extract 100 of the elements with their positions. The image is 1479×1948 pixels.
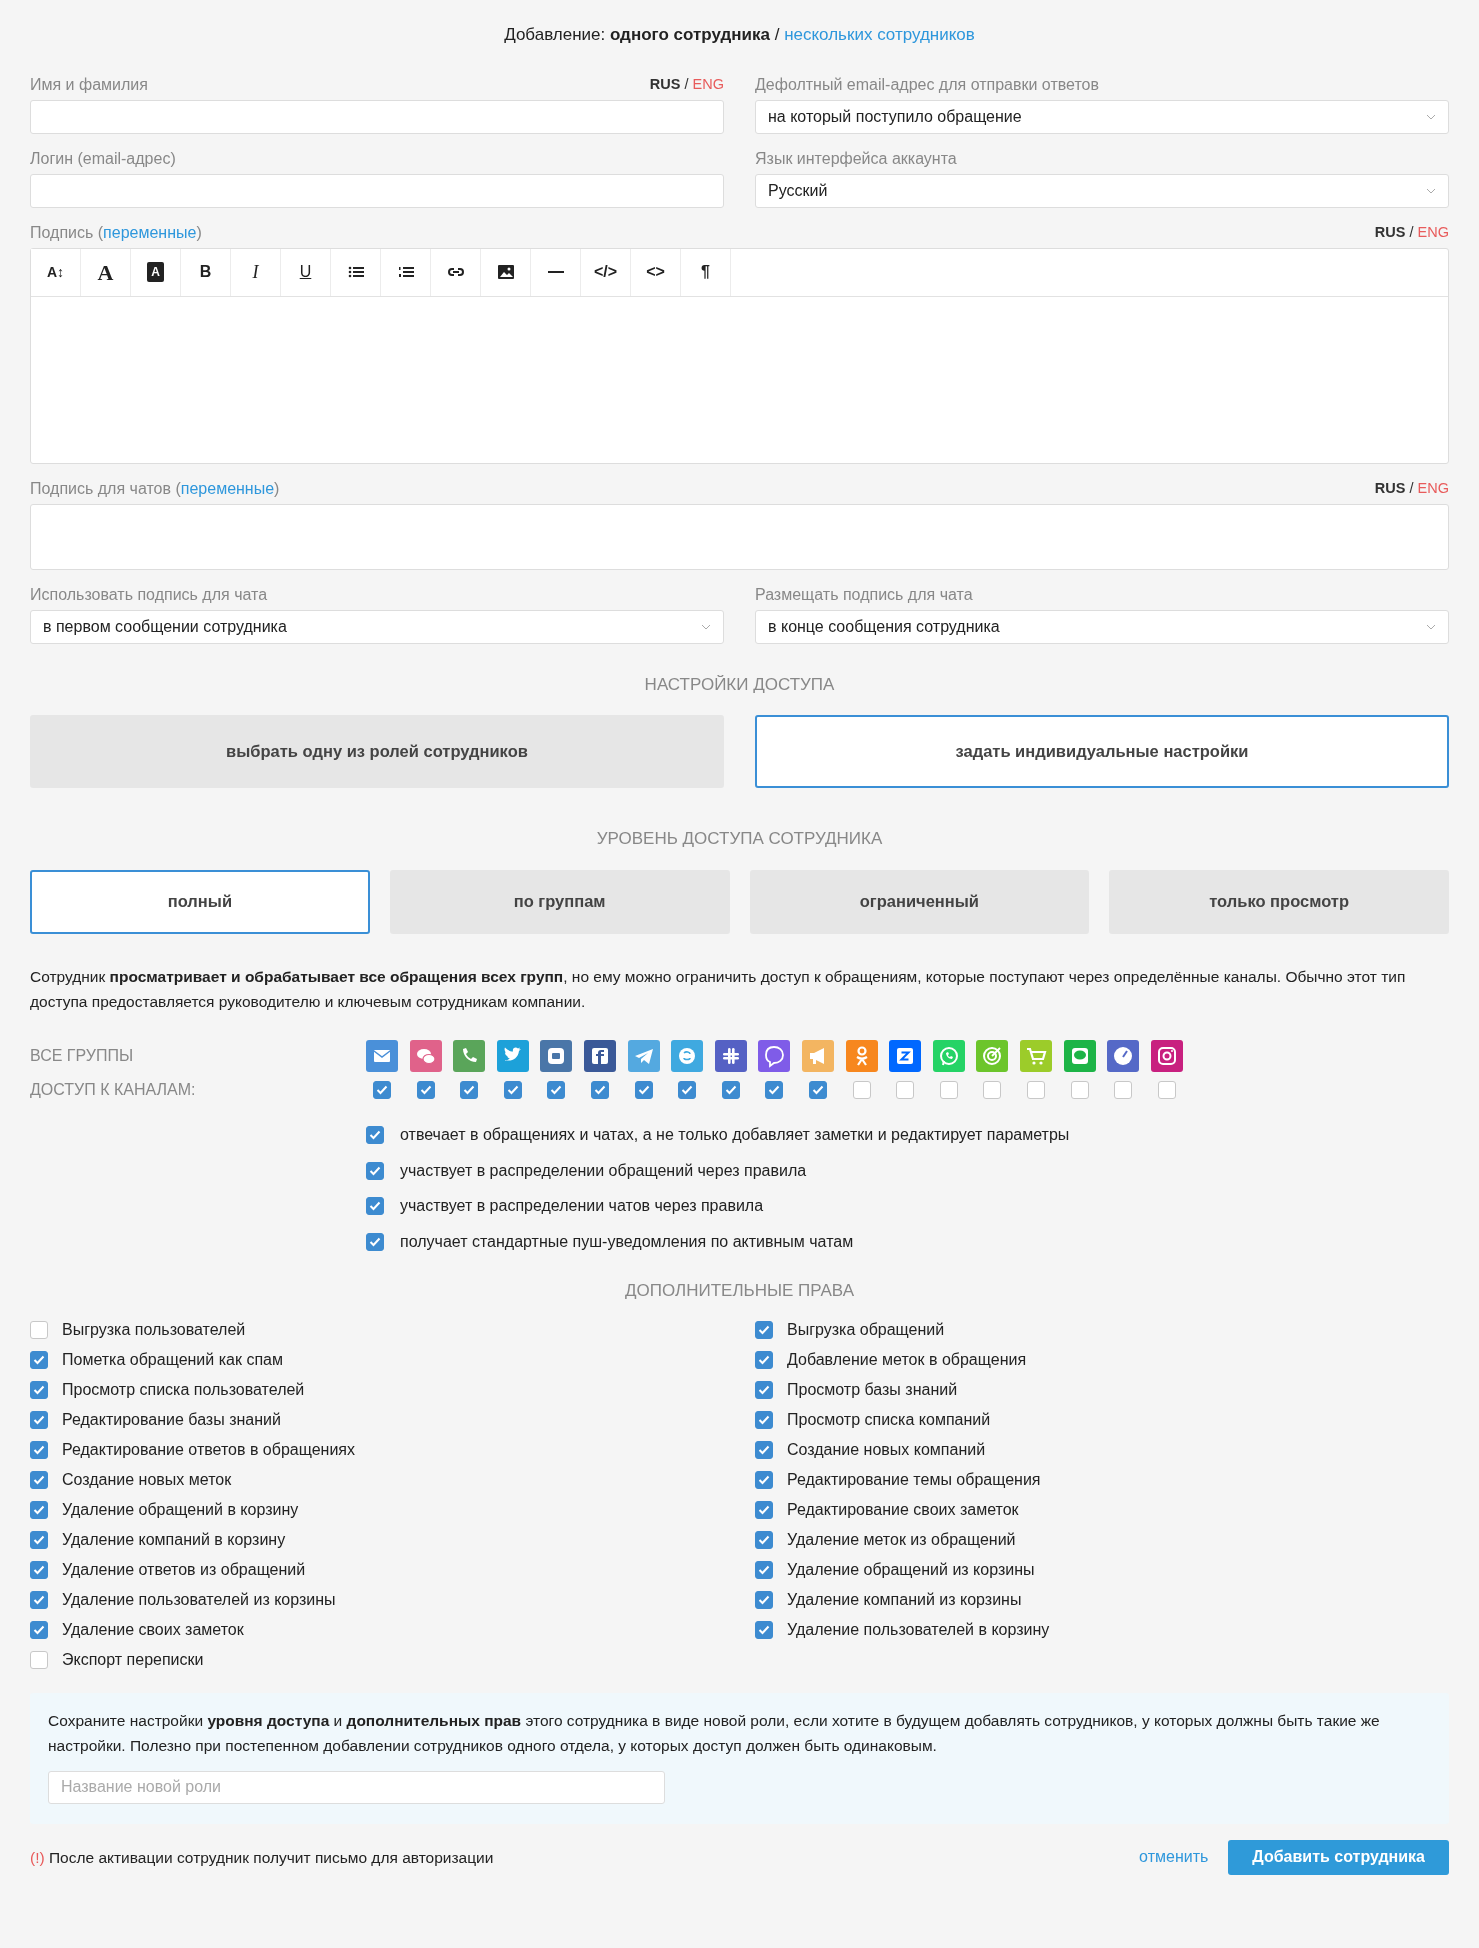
bird-icon[interactable] xyxy=(496,1039,529,1072)
chevron-icon xyxy=(1426,623,1436,630)
checkbox[interactable] xyxy=(1026,1080,1045,1099)
header-separator: / xyxy=(774,25,780,44)
logo-icon[interactable] xyxy=(889,1039,922,1072)
field-label: Язык интерфейса аккаунта xyxy=(755,148,957,169)
right-label: Удаление ответов из обращений xyxy=(62,1560,306,1581)
target-icon[interactable] xyxy=(976,1039,1009,1072)
checkbox[interactable] xyxy=(30,1591,48,1610)
checkbox[interactable] xyxy=(755,1621,773,1640)
checkbox[interactable] xyxy=(366,1197,384,1216)
checkbox[interactable] xyxy=(366,1232,384,1251)
checkbox[interactable] xyxy=(755,1561,773,1580)
checkbox[interactable] xyxy=(30,1351,48,1370)
level-button[interactable]: ограниченный xyxy=(749,869,1090,934)
checkbox[interactable] xyxy=(366,1161,384,1180)
checkbox[interactable] xyxy=(30,1381,48,1400)
camera-icon[interactable] xyxy=(1150,1039,1183,1072)
checkbox[interactable] xyxy=(852,1080,871,1099)
checkbox[interactable] xyxy=(503,1080,522,1099)
section-title: ДОПОЛНИТЕЛЬНЫЕ ПРАВА xyxy=(624,1279,855,1302)
checkbox[interactable] xyxy=(1114,1080,1133,1099)
select-field[interactable]: в первом сообщении сотрудника xyxy=(30,609,724,644)
checkbox[interactable] xyxy=(30,1531,48,1550)
envelope-icon[interactable] xyxy=(366,1039,398,1072)
checkbox[interactable] xyxy=(373,1080,391,1099)
paren: ) xyxy=(274,479,280,497)
checkbox[interactable] xyxy=(30,1501,48,1520)
level-button[interactable]: по группам xyxy=(389,869,730,934)
checkbox[interactable] xyxy=(30,1561,48,1580)
lang-option[interactable]: RUS xyxy=(1374,479,1406,496)
checkbox[interactable] xyxy=(765,1080,784,1099)
cart-icon[interactable] xyxy=(1019,1039,1052,1072)
paren: ) xyxy=(196,223,202,241)
select-field[interactable]: Русский xyxy=(755,173,1449,208)
chat-icon[interactable] xyxy=(409,1039,442,1072)
checkbox[interactable] xyxy=(755,1471,773,1490)
right-label: Добавление меток в обращения xyxy=(787,1350,1027,1371)
checkbox[interactable] xyxy=(755,1441,773,1460)
checkbox[interactable] xyxy=(547,1080,566,1099)
checkbox[interactable] xyxy=(590,1080,609,1099)
select-value: Русский xyxy=(768,180,828,201)
select-value: в первом сообщении сотрудника xyxy=(43,616,287,637)
select-value: на который поступило обращение xyxy=(768,106,1022,127)
checkbox[interactable] xyxy=(755,1531,773,1550)
checkbox[interactable] xyxy=(30,1411,48,1430)
chevron-icon xyxy=(1426,187,1436,194)
save-role-text: Сохраните настройки уровня доступа и дополнительных прав этого сотрудника в виде новой роли, если хотите в будущем добавлять сотрудников, у которых должны быть такие же настройки. Полезно при постепенном добавлении сотрудников одного отдела, у которых доступ должен быть одинаковым. xyxy=(48,1711,1381,1756)
megaphone-icon[interactable] xyxy=(801,1039,834,1072)
checkbox[interactable] xyxy=(755,1351,773,1370)
lang-option[interactable]: RUS xyxy=(649,75,681,92)
mode-button[interactable]: выбрать одну из ролей сотрудников xyxy=(30,715,724,788)
paper-plane-icon[interactable] xyxy=(627,1039,660,1072)
checkbox[interactable] xyxy=(755,1411,773,1430)
toolbar-button[interactable]: A↕ xyxy=(31,248,81,296)
checkbox[interactable] xyxy=(30,1441,48,1460)
checkbox[interactable] xyxy=(1157,1080,1176,1099)
checkbox[interactable] xyxy=(30,1621,48,1640)
text-field[interactable] xyxy=(30,173,724,208)
hash-icon[interactable] xyxy=(714,1039,747,1072)
checkbox[interactable] xyxy=(416,1080,435,1099)
lang-separator: / xyxy=(684,75,689,92)
right-label: Просмотр списка пользователей xyxy=(62,1380,305,1401)
text-editor[interactable]: A↕ A A B I U </> <> ¶ xyxy=(30,247,1449,464)
checkbox[interactable] xyxy=(939,1080,958,1099)
checkbox[interactable] xyxy=(366,1126,384,1145)
phone-icon[interactable] xyxy=(453,1039,486,1072)
checkbox[interactable] xyxy=(755,1321,773,1340)
right-label: Выгрузка пользователей xyxy=(62,1320,246,1341)
checkbox[interactable] xyxy=(634,1080,653,1099)
checkbox[interactable] xyxy=(983,1080,1002,1099)
checkbox[interactable] xyxy=(30,1321,48,1340)
checkbox[interactable] xyxy=(678,1080,697,1099)
right-label: Удаление компаний в корзину xyxy=(62,1530,286,1551)
checkbox[interactable] xyxy=(460,1080,479,1099)
checkbox[interactable] xyxy=(30,1471,48,1490)
select-field[interactable]: в конце сообщения сотрудника xyxy=(755,609,1449,644)
logo-icon[interactable] xyxy=(583,1039,616,1072)
speech-bubble-icon[interactable] xyxy=(1063,1039,1096,1072)
figure-icon[interactable] xyxy=(845,1039,878,1072)
checkbox[interactable] xyxy=(755,1591,773,1610)
role-name-field[interactable]: Название новой роли xyxy=(48,1770,665,1804)
right-label: Удаление своих заметок xyxy=(62,1620,244,1641)
checkbox[interactable] xyxy=(808,1080,827,1099)
checkbox[interactable] xyxy=(721,1080,740,1099)
logo-icon[interactable] xyxy=(540,1039,573,1072)
select-field[interactable]: на который поступило обращение xyxy=(755,99,1449,134)
text-field[interactable] xyxy=(30,99,724,134)
mode-button[interactable]: задать индивидуальные настройки xyxy=(755,715,1449,788)
checkbox[interactable] xyxy=(755,1501,773,1520)
gauge-icon[interactable] xyxy=(1107,1039,1140,1072)
lang-option[interactable]: RUS xyxy=(1374,223,1406,240)
checkbox[interactable] xyxy=(30,1651,48,1670)
right-label: Просмотр списка компаний xyxy=(787,1410,991,1431)
checkbox[interactable] xyxy=(755,1381,773,1400)
level-button[interactable]: полный xyxy=(30,869,370,934)
chevron-icon xyxy=(1426,113,1436,120)
level-button[interactable]: только просмотр xyxy=(1109,869,1449,934)
checkbox[interactable] xyxy=(896,1080,915,1099)
checkbox[interactable] xyxy=(1070,1080,1089,1099)
